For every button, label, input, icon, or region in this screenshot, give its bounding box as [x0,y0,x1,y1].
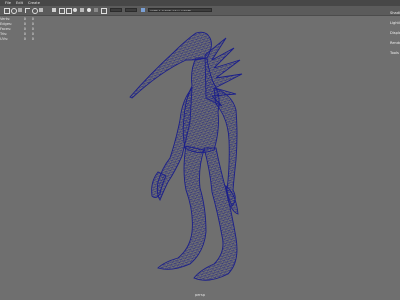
viewport-camera-label: persp [194,293,206,297]
viewport-canvas[interactable] [0,0,400,300]
creature-wireframe-model[interactable] [129,31,243,281]
